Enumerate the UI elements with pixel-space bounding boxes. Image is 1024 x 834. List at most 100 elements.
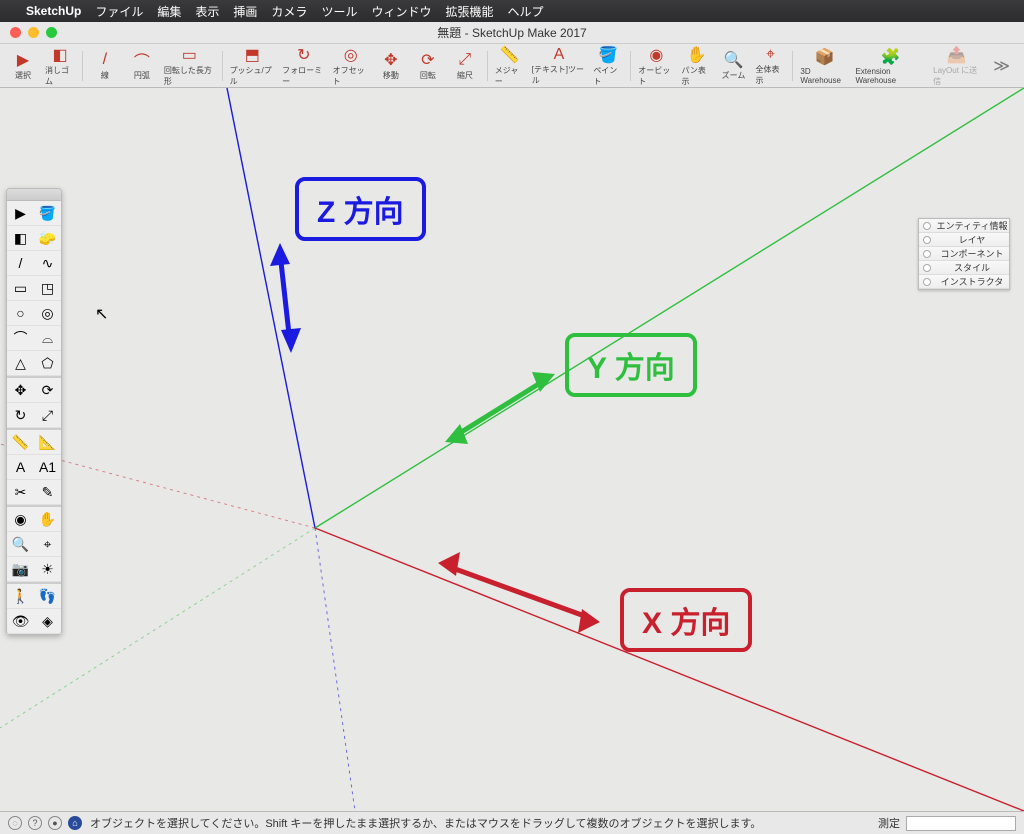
menu-file[interactable]: ファイル (95, 3, 143, 20)
palette-tool[interactable]: 🧽 (34, 226, 61, 251)
toolbar-[interactable]: ✋パン表示 (679, 46, 713, 86)
inspector-panel[interactable]: エンティティ情報レイヤコンポーネントスタイルインストラクタ (918, 218, 1010, 290)
maximize-window-button[interactable] (46, 27, 57, 38)
toolbar-icon: A (549, 46, 569, 64)
menu-camera[interactable]: カメラ (271, 3, 307, 20)
toolbar-[interactable]: ◧消しゴム (43, 46, 77, 86)
palette-tool[interactable]: ✋ (34, 507, 61, 532)
palette-tool[interactable]: △ (7, 351, 34, 376)
toolbar-label: プッシュ/プル (230, 65, 276, 87)
axis-lines (0, 88, 1024, 811)
toolbar-[interactable]: ▶選択 (6, 46, 40, 86)
palette-tool[interactable]: 🪣 (34, 201, 61, 226)
status-credits-icon[interactable]: ? (28, 816, 42, 830)
menu-help[interactable]: ヘルプ (507, 3, 543, 20)
inspector-toggle-icon[interactable] (923, 264, 931, 272)
large-toolset-palette[interactable]: ▶🪣◧🧽/∿▭◳○◎⌒⌓△⬠✥⟳↻⤢📏📐AA1✂✎◉✋🔍⌖📷☀🚶👣👁◈ (6, 188, 62, 635)
palette-tool[interactable]: ○ (7, 301, 34, 326)
palette-tool[interactable]: / (7, 251, 34, 276)
toolbar-[interactable]: ⤢縮尺 (448, 46, 482, 86)
palette-tool[interactable]: ⬠ (34, 351, 61, 376)
toolbar-icon: ✋ (686, 45, 706, 65)
palette-tool[interactable]: ✎ (34, 480, 61, 505)
status-profile-icon[interactable]: ● (48, 816, 62, 830)
palette-tool[interactable]: ◧ (7, 226, 34, 251)
traffic-lights (10, 27, 57, 38)
inspector-toggle-icon[interactable] (923, 250, 931, 258)
mac-menubar[interactable]: SketchUp ファイル 編集 表示 挿画 カメラ ツール ウィンドウ 拡張機… (0, 0, 1024, 22)
palette-tool[interactable]: ▭ (7, 276, 34, 301)
inspector-row[interactable]: エンティティ情報 (919, 219, 1009, 233)
inspector-row[interactable]: レイヤ (919, 233, 1009, 247)
palette-tool[interactable]: ◳ (34, 276, 61, 301)
toolbar-[interactable]: ✥移動 (374, 46, 408, 86)
toolbar-3DWarehouse[interactable]: 📦3D Warehouse (798, 46, 850, 86)
palette-tool[interactable]: ▶ (7, 201, 34, 226)
palette-tool[interactable]: 📷 (7, 557, 34, 582)
inspector-row[interactable]: スタイル (919, 261, 1009, 275)
menu-edit[interactable]: 編集 (157, 3, 181, 20)
palette-tool[interactable]: 👣 (34, 584, 61, 609)
toolbar-[interactable]: /線 (88, 46, 122, 86)
toolbar-[interactable]: ⌒円弧 (125, 46, 159, 86)
inspector-toggle-icon[interactable] (923, 222, 931, 230)
palette-tool[interactable]: ◈ (34, 609, 61, 634)
inspector-row[interactable]: インストラクタ (919, 275, 1009, 289)
palette-tool[interactable]: 🔍 (7, 532, 34, 557)
toolbar-ExtensionWarehouse[interactable]: 🧩Extension Warehouse (853, 46, 928, 86)
palette-tool[interactable]: 👁 (7, 609, 34, 634)
toolbar-overflow-icon[interactable]: ≫ (985, 56, 1018, 76)
toolbar-label: 3D Warehouse (800, 67, 848, 85)
palette-tool[interactable]: ∿ (34, 251, 61, 276)
inspector-label: スタイル (935, 261, 1009, 274)
menu-tools[interactable]: ツール (321, 3, 357, 20)
palette-tool[interactable]: ⟳ (34, 378, 61, 403)
toolbar-[interactable]: ▭回転した長方形 (162, 46, 217, 86)
app-menu[interactable]: SketchUp (26, 4, 81, 18)
menu-window[interactable]: ウィンドウ (371, 3, 431, 20)
palette-tool[interactable]: ◉ (7, 507, 34, 532)
palette-tool[interactable]: A (7, 455, 34, 480)
inspector-toggle-icon[interactable] (923, 236, 931, 244)
toolbar-label: 縮尺 (457, 70, 473, 81)
palette-tool[interactable]: 📐 (34, 430, 61, 455)
toolbar-[interactable]: ◎オフセット (331, 46, 371, 86)
menu-ext[interactable]: 拡張機能 (445, 3, 493, 20)
palette-tool[interactable]: ⌓ (34, 326, 61, 351)
window-title: 無題 - SketchUp Make 2017 (0, 24, 1024, 41)
palette-tool[interactable]: ✥ (7, 378, 34, 403)
palette-tool[interactable]: A1 (34, 455, 61, 480)
palette-tool[interactable]: ↻ (7, 403, 34, 428)
status-bar: ◌ ? ● ⌂ オブジェクトを選択してください。Shift キーを押したまま選択… (0, 811, 1024, 834)
status-nav-icon[interactable]: ⌂ (68, 816, 82, 830)
palette-tool[interactable]: 📏 (7, 430, 34, 455)
palette-tool[interactable]: ⌖ (34, 532, 61, 557)
toolbar-[interactable]: 🔍ズーム (716, 46, 750, 86)
z-arrow (270, 243, 301, 353)
toolbar-[interactable]: A[テキスト]ツール (530, 46, 589, 86)
measurement-input[interactable] (906, 816, 1016, 831)
status-geo-icon[interactable]: ◌ (8, 816, 22, 830)
inspector-toggle-icon[interactable] (923, 278, 931, 286)
palette-tool[interactable]: ✂ (7, 480, 34, 505)
toolbar-[interactable]: 📏メジャー (493, 46, 527, 86)
palette-tool[interactable]: ☀ (34, 557, 61, 582)
menu-draw[interactable]: 挿画 (233, 3, 257, 20)
palette-tool[interactable]: ⤢ (34, 403, 61, 428)
drawing-canvas[interactable]: Z 方向 Y 方向 X 方向 ↖ ▶🪣◧🧽/∿▭◳○◎⌒⌓△⬠✥⟳↻⤢📏📐AA1… (0, 88, 1024, 811)
toolbar-[interactable]: ⬒プッシュ/プル (228, 46, 278, 86)
palette-drag-handle[interactable] (7, 189, 61, 201)
menu-view[interactable]: 表示 (195, 3, 219, 20)
palette-tool[interactable]: ⌒ (7, 326, 34, 351)
minimize-window-button[interactable] (28, 27, 39, 38)
palette-tool[interactable]: ◎ (34, 301, 61, 326)
palette-tool[interactable]: 🚶 (7, 584, 34, 609)
toolbar-icon: 📦 (814, 47, 834, 67)
toolbar-[interactable]: ⟳回転 (411, 46, 445, 86)
inspector-row[interactable]: コンポーネント (919, 247, 1009, 261)
toolbar-[interactable]: 🪣ペイント (591, 46, 625, 86)
toolbar-[interactable]: ◉オービット (636, 46, 676, 86)
close-window-button[interactable] (10, 27, 21, 38)
toolbar-[interactable]: ⌖全体表示 (753, 46, 787, 86)
toolbar-[interactable]: ↻フォローミー (280, 46, 328, 86)
